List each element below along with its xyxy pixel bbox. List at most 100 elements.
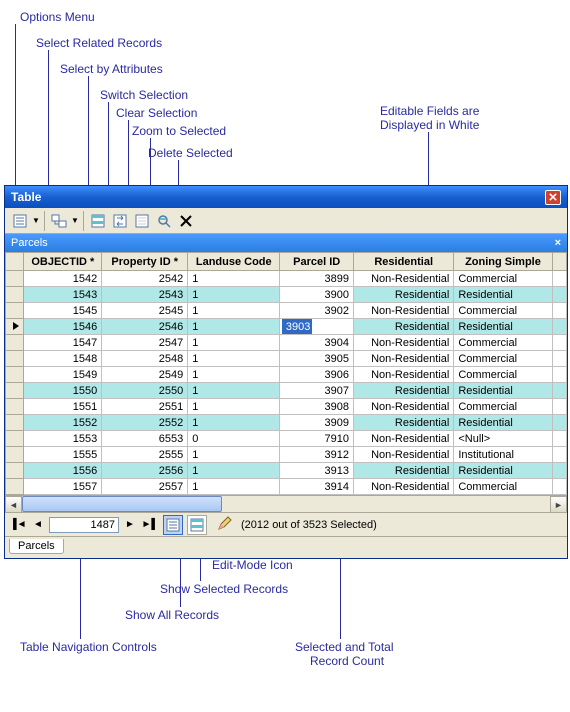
row-selector[interactable] bbox=[6, 335, 24, 351]
cell-objectid[interactable]: 1550 bbox=[24, 383, 102, 399]
cell-residential[interactable]: Residential bbox=[354, 319, 454, 335]
cell-landuse[interactable]: 1 bbox=[188, 479, 280, 495]
cell-residential[interactable]: Residential bbox=[354, 287, 454, 303]
nav-first-button[interactable]: ▐◄ bbox=[9, 516, 27, 534]
clear-selection-button[interactable] bbox=[131, 210, 153, 232]
cell-zoning[interactable]: Commercial bbox=[454, 351, 552, 367]
cell-objectid[interactable]: 1557 bbox=[24, 479, 102, 495]
row-selector[interactable] bbox=[6, 271, 24, 287]
cell-objectid[interactable]: 1548 bbox=[24, 351, 102, 367]
cell-objectid[interactable]: 1547 bbox=[24, 335, 102, 351]
col-zoning[interactable]: Zoning Simple bbox=[454, 253, 552, 271]
scroll-thumb[interactable] bbox=[22, 496, 222, 512]
close-button[interactable] bbox=[545, 190, 561, 205]
cell-objectid[interactable]: 1551 bbox=[24, 399, 102, 415]
cell-parcelid[interactable]: 3906 bbox=[280, 367, 354, 383]
table-row[interactable]: 1548254813905Non-ResidentialCommercial bbox=[6, 351, 567, 367]
cell-parcelid[interactable]: 3913 bbox=[280, 463, 354, 479]
cell-propertyid[interactable]: 2555 bbox=[102, 447, 188, 463]
cell-residential[interactable]: Non-Residential bbox=[354, 351, 454, 367]
cell-propertyid[interactable]: 2546 bbox=[102, 319, 188, 335]
parcels-table[interactable]: OBJECTID * Property ID * Landuse Code Pa… bbox=[5, 252, 567, 495]
cell-propertyid[interactable]: 2557 bbox=[102, 479, 188, 495]
row-selector[interactable] bbox=[6, 479, 24, 495]
cell-propertyid[interactable]: 6553 bbox=[102, 431, 188, 447]
cell-landuse[interactable]: 1 bbox=[188, 447, 280, 463]
cell-parcelid[interactable]: 3909 bbox=[280, 415, 354, 431]
show-selected-records-button[interactable] bbox=[187, 515, 207, 535]
cell-parcelid[interactable]: 3914 bbox=[280, 479, 354, 495]
table-row[interactable]: 1556255613913ResidentialResidential bbox=[6, 463, 567, 479]
cell-landuse[interactable]: 1 bbox=[188, 271, 280, 287]
cell-propertyid[interactable]: 2551 bbox=[102, 399, 188, 415]
cell-objectid[interactable]: 1555 bbox=[24, 447, 102, 463]
table-row[interactable]: 1555255513912Non-ResidentialInstitutiona… bbox=[6, 447, 567, 463]
horizontal-scrollbar[interactable]: ◄ ► bbox=[5, 495, 567, 512]
cell-landuse[interactable]: 0 bbox=[188, 431, 280, 447]
cell-objectid[interactable]: 1552 bbox=[24, 415, 102, 431]
cell-residential[interactable]: Residential bbox=[354, 383, 454, 399]
cell-objectid[interactable]: 1556 bbox=[24, 463, 102, 479]
table-row[interactable]: 1551255113908Non-ResidentialCommercial bbox=[6, 399, 567, 415]
cell-landuse[interactable]: 1 bbox=[188, 335, 280, 351]
cell-parcelid[interactable]: 7910 bbox=[280, 431, 354, 447]
cell-landuse[interactable]: 1 bbox=[188, 367, 280, 383]
cell-propertyid[interactable]: 2543 bbox=[102, 287, 188, 303]
row-selector[interactable] bbox=[6, 463, 24, 479]
table-row[interactable]: 1553655307910Non-Residential<Null> bbox=[6, 431, 567, 447]
cell-propertyid[interactable]: 2545 bbox=[102, 303, 188, 319]
cell-propertyid[interactable]: 2550 bbox=[102, 383, 188, 399]
col-residential[interactable]: Residential bbox=[354, 253, 454, 271]
cell-parcelid[interactable]: 3900 bbox=[280, 287, 354, 303]
cell-landuse[interactable]: 1 bbox=[188, 351, 280, 367]
titlebar[interactable]: Table bbox=[5, 186, 567, 208]
cell-residential[interactable]: Non-Residential bbox=[354, 303, 454, 319]
tab-parcels[interactable]: Parcels bbox=[9, 539, 64, 554]
table-row[interactable]: 1543254313900ResidentialResidential bbox=[6, 287, 567, 303]
row-selector[interactable] bbox=[6, 303, 24, 319]
cell-parcelid[interactable]: 3899 bbox=[280, 271, 354, 287]
cell-residential[interactable]: Residential bbox=[354, 463, 454, 479]
cell-parcelid[interactable]: 3904 bbox=[280, 335, 354, 351]
cell-zoning[interactable]: Residential bbox=[454, 319, 552, 335]
cell-parcelid-editing[interactable]: 3903 bbox=[280, 319, 354, 335]
col-parcelid[interactable]: Parcel ID bbox=[280, 253, 354, 271]
cell-zoning[interactable]: Institutional bbox=[454, 447, 552, 463]
cell-residential[interactable]: Non-Residential bbox=[354, 335, 454, 351]
table-row[interactable]: 1557255713914Non-ResidentialCommercial bbox=[6, 479, 567, 495]
table-row[interactable]: 1546254613903ResidentialResidential bbox=[6, 319, 567, 335]
switch-selection-button[interactable] bbox=[109, 210, 131, 232]
cell-residential[interactable]: Non-Residential bbox=[354, 399, 454, 415]
col-landuse[interactable]: Landuse Code bbox=[188, 253, 280, 271]
nav-position-input[interactable] bbox=[49, 517, 119, 533]
cell-zoning[interactable]: Residential bbox=[454, 383, 552, 399]
cell-zoning[interactable]: Commercial bbox=[454, 303, 552, 319]
row-selector[interactable] bbox=[6, 399, 24, 415]
cell-landuse[interactable]: 1 bbox=[188, 415, 280, 431]
cell-zoning[interactable]: Residential bbox=[454, 463, 552, 479]
cell-landuse[interactable]: 1 bbox=[188, 383, 280, 399]
cell-propertyid[interactable]: 2548 bbox=[102, 351, 188, 367]
cell-parcelid[interactable]: 3908 bbox=[280, 399, 354, 415]
col-propertyid[interactable]: Property ID * bbox=[102, 253, 188, 271]
cell-parcelid[interactable]: 3912 bbox=[280, 447, 354, 463]
table-row[interactable]: 1552255213909ResidentialResidential bbox=[6, 415, 567, 431]
cell-landuse[interactable]: 1 bbox=[188, 399, 280, 415]
cell-residential[interactable]: Non-Residential bbox=[354, 367, 454, 383]
cell-residential[interactable]: Non-Residential bbox=[354, 271, 454, 287]
table-row[interactable]: 1549254913906Non-ResidentialCommercial bbox=[6, 367, 567, 383]
cell-landuse[interactable]: 1 bbox=[188, 319, 280, 335]
row-selector[interactable] bbox=[6, 351, 24, 367]
cell-zoning[interactable]: Commercial bbox=[454, 367, 552, 383]
cell-zoning[interactable]: Commercial bbox=[454, 335, 552, 351]
cell-propertyid[interactable]: 2549 bbox=[102, 367, 188, 383]
cell-objectid[interactable]: 1553 bbox=[24, 431, 102, 447]
row-selector[interactable] bbox=[6, 287, 24, 303]
cell-propertyid[interactable]: 2547 bbox=[102, 335, 188, 351]
nav-next-button[interactable]: ► bbox=[121, 516, 139, 534]
row-selector[interactable] bbox=[6, 415, 24, 431]
cell-landuse[interactable]: 1 bbox=[188, 463, 280, 479]
nav-last-button[interactable]: ►▌ bbox=[141, 516, 159, 534]
cell-objectid[interactable]: 1543 bbox=[24, 287, 102, 303]
cell-zoning[interactable]: Residential bbox=[454, 415, 552, 431]
